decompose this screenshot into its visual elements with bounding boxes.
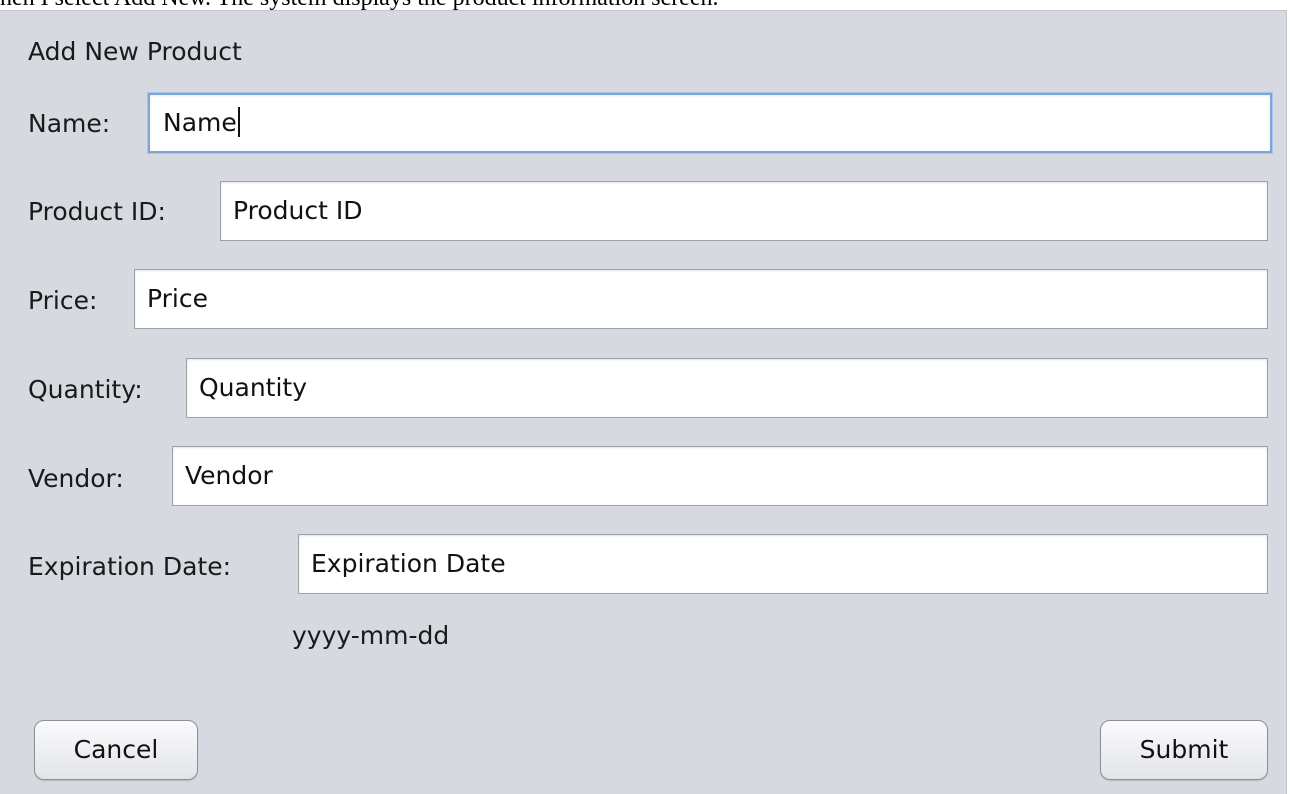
add-product-dialog: Add New Product Name: Name Product ID: P… [0,10,1287,794]
vendor-label: Vendor: [28,464,124,493]
expiration-date-label: Expiration Date: [28,552,232,581]
product-id-field[interactable]: Product ID [220,181,1268,241]
product-id-label: Product ID: [28,197,166,226]
vendor-field[interactable]: Vendor [172,446,1268,506]
quantity-field[interactable]: Quantity [186,358,1268,418]
date-format-hint: yyyy-mm-dd [292,621,450,650]
quantity-label: Quantity: [28,375,143,404]
name-field[interactable]: Name [148,93,1272,153]
text-caret [237,107,240,137]
dialog-title: Add New Product [28,37,242,66]
price-field[interactable]: Price [134,269,1268,329]
name-label: Name: [28,109,111,138]
expiration-date-field[interactable]: Expiration Date [298,534,1268,594]
cancel-button[interactable]: Cancel [34,720,198,780]
submit-button[interactable]: Submit [1100,720,1268,780]
price-label: Price: [28,286,98,315]
name-field-text: Name [163,108,237,137]
